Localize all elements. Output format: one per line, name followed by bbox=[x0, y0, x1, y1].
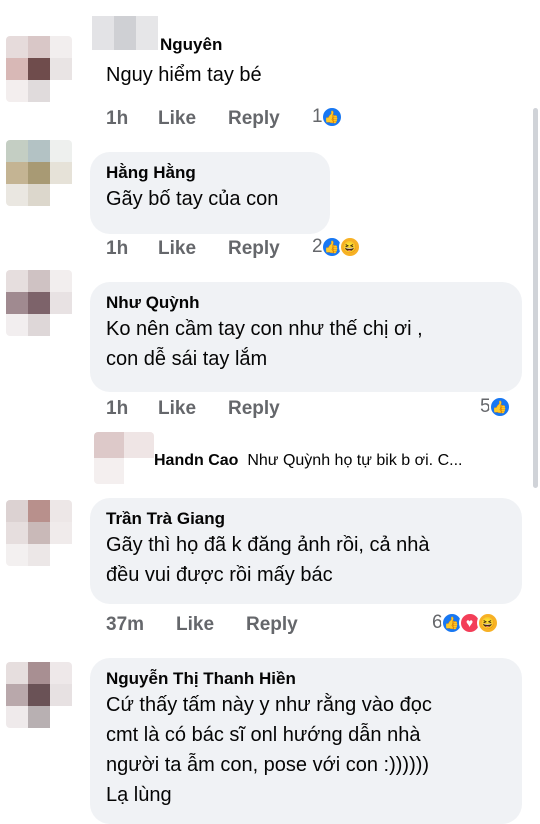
avatar[interactable] bbox=[6, 270, 72, 336]
nested-reply-preview[interactable]: Handn Cao Như Quỳnh họ tự bik b ơi. C... bbox=[154, 452, 462, 470]
avatar[interactable] bbox=[6, 500, 72, 566]
comment-text: người ta ẫm con, pose với con :)))))) bbox=[106, 754, 430, 776]
like-button[interactable]: Like bbox=[176, 614, 246, 636]
comment-actions: 1h Like Reply bbox=[106, 238, 280, 260]
comment-time[interactable]: 1h bbox=[106, 238, 158, 260]
reply-button[interactable]: Reply bbox=[246, 614, 298, 636]
comment-text: con dễ sái tay lắm bbox=[106, 348, 268, 370]
commenter-name[interactable]: Hằng Hằng bbox=[106, 162, 314, 184]
reaction-summary[interactable]: 1 👍 bbox=[312, 106, 343, 128]
comment-bubble: Hằng Hằng Gãy bố tay của con bbox=[90, 152, 330, 234]
reply-author[interactable]: Handn Cao bbox=[154, 452, 238, 469]
avatar[interactable] bbox=[6, 36, 72, 102]
comment-text: cmt là có bác sĩ onl hướng dẫn nhà bbox=[106, 724, 421, 746]
comment-time[interactable]: 1h bbox=[106, 108, 158, 130]
reaction-summary[interactable]: 5 👍 bbox=[480, 396, 511, 418]
haha-icon: 😆 bbox=[338, 236, 361, 258]
scrollbar[interactable] bbox=[533, 108, 538, 488]
like-button[interactable]: Like bbox=[158, 108, 228, 130]
like-icon: 👍 bbox=[488, 396, 511, 418]
comment-bubble: Như Quỳnh Ko nên cầm tay con như thế chị… bbox=[90, 282, 522, 392]
reaction-summary[interactable]: 6 👍 ♥ 😆 bbox=[432, 612, 499, 634]
reply-button[interactable]: Reply bbox=[228, 398, 280, 420]
comment-text: Gãy thì họ đã k đăng ảnh rồi, cả nhà bbox=[106, 534, 430, 556]
commenter-name[interactable]: Nguyên bbox=[160, 34, 222, 56]
comment-bubble: Nguyễn Thị Thanh Hiền Cứ thấy tấm này y … bbox=[90, 658, 522, 824]
comment-time[interactable]: 1h bbox=[106, 398, 158, 420]
reply-avatar[interactable] bbox=[94, 432, 154, 484]
reaction-summary[interactable]: 2 👍 😆 bbox=[312, 236, 361, 258]
pixelated-name-prefix bbox=[92, 16, 158, 50]
comment-text: Ko nên cầm tay con như thế chị ơi , bbox=[106, 318, 423, 340]
comment-text: Cứ thấy tấm này y như rằng vào đọc bbox=[106, 694, 432, 716]
reply-button[interactable]: Reply bbox=[228, 108, 280, 130]
comment-text: Lạ lùng bbox=[106, 784, 172, 806]
comment-text: Nguy hiểm tay bé bbox=[106, 64, 262, 86]
comment-text: Gãy bố tay của con bbox=[106, 188, 279, 210]
comment-actions: 1h Like Reply bbox=[106, 108, 280, 130]
avatar[interactable] bbox=[6, 140, 72, 206]
like-icon: 👍 bbox=[320, 106, 343, 128]
like-button[interactable]: Like bbox=[158, 238, 228, 260]
comment-actions: 37m Like Reply bbox=[106, 614, 298, 636]
reply-button[interactable]: Reply bbox=[228, 238, 280, 260]
commenter-name[interactable]: Như Quỳnh bbox=[106, 292, 506, 314]
avatar[interactable] bbox=[6, 662, 72, 728]
like-button[interactable]: Like bbox=[158, 398, 228, 420]
reply-text: Như Quỳnh họ tự bik b ơi. C... bbox=[247, 452, 463, 469]
commenter-name[interactable]: Trần Trà Giang bbox=[106, 508, 506, 530]
comment-actions: 1h Like Reply bbox=[106, 398, 280, 420]
haha-icon: 😆 bbox=[476, 612, 499, 634]
comment-bubble: Trần Trà Giang Gãy thì họ đã k đăng ảnh … bbox=[90, 498, 522, 604]
comment-text: đều vui được rồi mấy bác bbox=[106, 564, 333, 586]
comment-time[interactable]: 37m bbox=[106, 614, 176, 636]
commenter-name[interactable]: Nguyễn Thị Thanh Hiền bbox=[106, 668, 506, 690]
